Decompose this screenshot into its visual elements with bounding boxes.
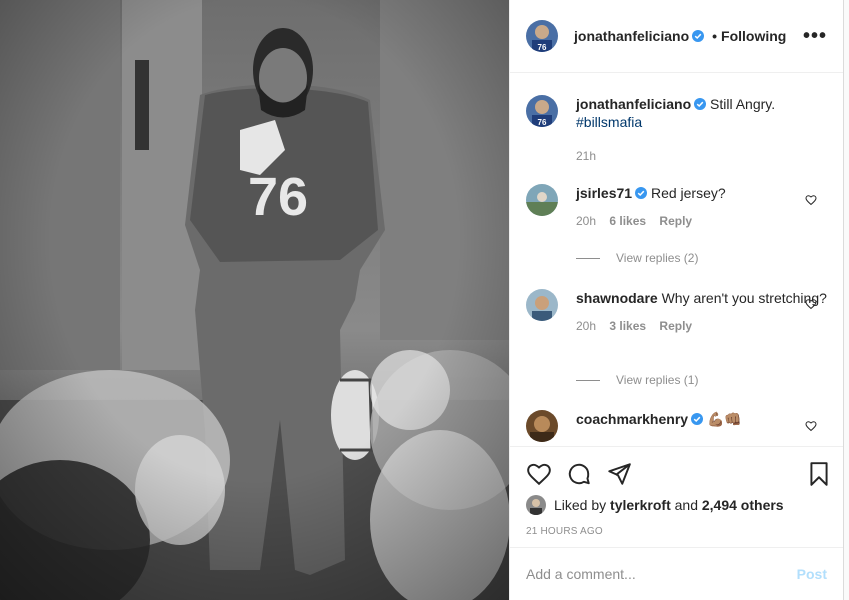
caption-text: Still Angry. — [710, 96, 776, 112]
comment-item: coachmarkhenry 💪🏽👊🏽 — [526, 410, 827, 442]
commenter-avatar[interactable] — [526, 289, 558, 321]
caption-username[interactable]: jonathanfeliciano — [576, 96, 691, 112]
caption: 76 jonathanfeliciano Still Angry. #bills… — [526, 95, 827, 165]
comment-like-heart-icon[interactable] — [805, 298, 817, 310]
liked-by-prefix: Liked by — [554, 497, 607, 513]
comment-text: Why aren't you stretching? — [661, 290, 827, 306]
comment-time[interactable]: 20h — [576, 214, 596, 228]
comment-text: Red jersey? — [650, 185, 726, 201]
post-header: 76 jonathanfeliciano • Following ••• — [510, 0, 843, 73]
likes-count-link[interactable]: 2,494 others — [702, 497, 784, 513]
verified-badge-icon — [692, 30, 705, 42]
save-bookmark-icon[interactable] — [806, 461, 832, 487]
replies-line — [576, 257, 600, 259]
comments-list: 76 jonathanfeliciano Still Angry. #bills… — [510, 73, 843, 446]
comment-like-heart-icon[interactable] — [805, 194, 817, 206]
add-comment-input[interactable] — [526, 566, 797, 582]
liked-by-and: and — [674, 497, 698, 513]
caption-time[interactable]: 21h — [576, 149, 596, 163]
verified-badge-icon — [694, 98, 707, 110]
svg-text:76: 76 — [538, 118, 547, 127]
post-details-panel: 76 jonathanfeliciano • Following ••• 76 … — [509, 0, 844, 600]
reply-button[interactable]: Reply — [659, 214, 692, 228]
comment-bubble-icon[interactable] — [566, 461, 592, 487]
more-options-icon[interactable]: ••• — [803, 26, 827, 46]
view-replies-button[interactable]: View replies (1) — [576, 373, 698, 387]
comment-likes[interactable]: 6 likes — [609, 214, 646, 228]
author-username[interactable]: jonathanfeliciano — [574, 28, 689, 44]
verified-badge-icon — [691, 413, 704, 425]
comment-item: jsirles71 Red jersey? 20h 6 likes Reply — [526, 184, 827, 230]
separator-dot: • — [712, 28, 718, 44]
svg-text:76: 76 — [538, 43, 547, 52]
caption-avatar[interactable]: 76 — [526, 95, 558, 127]
action-bar — [526, 461, 828, 487]
post-image: 76 — [0, 0, 509, 600]
replies-line — [576, 379, 600, 381]
author-avatar[interactable]: 76 — [526, 20, 558, 52]
reply-button[interactable]: Reply — [659, 319, 692, 333]
comment-time[interactable]: 20h — [576, 319, 596, 333]
comment-username[interactable]: jsirles71 — [576, 185, 632, 201]
view-replies-button[interactable]: View replies (2) — [576, 251, 698, 265]
comment-username[interactable]: shawnodare — [576, 290, 658, 306]
post-timestamp[interactable]: 21 HOURS AGO — [526, 526, 603, 537]
view-replies-label[interactable]: View replies (1) — [616, 373, 698, 387]
comment-text: 💪🏽👊🏽 — [706, 411, 742, 427]
post-photo[interactable]: 76 — [0, 0, 509, 600]
like-heart-icon[interactable] — [526, 461, 552, 487]
following-button[interactable]: Following — [721, 28, 786, 44]
add-comment-bar: Post — [510, 547, 843, 600]
comment-like-heart-icon[interactable] — [805, 420, 817, 432]
liked-by-user[interactable]: tylerkroft — [610, 497, 671, 513]
caption-hashtag[interactable]: #billsmafia — [576, 114, 642, 130]
likes-summary: Liked by tylerkroft and 2,494 others — [526, 495, 784, 515]
comment-username[interactable]: coachmarkhenry — [576, 411, 688, 427]
liker-avatar[interactable] — [526, 495, 546, 515]
commenter-avatar[interactable] — [526, 410, 558, 442]
view-replies-label[interactable]: View replies (2) — [616, 251, 698, 265]
page-gutter — [844, 0, 849, 600]
comment-item: shawnodare Why aren't you stretching? 20… — [526, 289, 827, 335]
comment-likes[interactable]: 3 likes — [609, 319, 646, 333]
verified-badge-icon — [635, 187, 648, 199]
post-comment-button[interactable]: Post — [797, 566, 827, 582]
commenter-avatar[interactable] — [526, 184, 558, 216]
post-actions-area: Liked by tylerkroft and 2,494 others 21 … — [510, 446, 843, 537]
share-send-icon[interactable] — [606, 461, 632, 487]
